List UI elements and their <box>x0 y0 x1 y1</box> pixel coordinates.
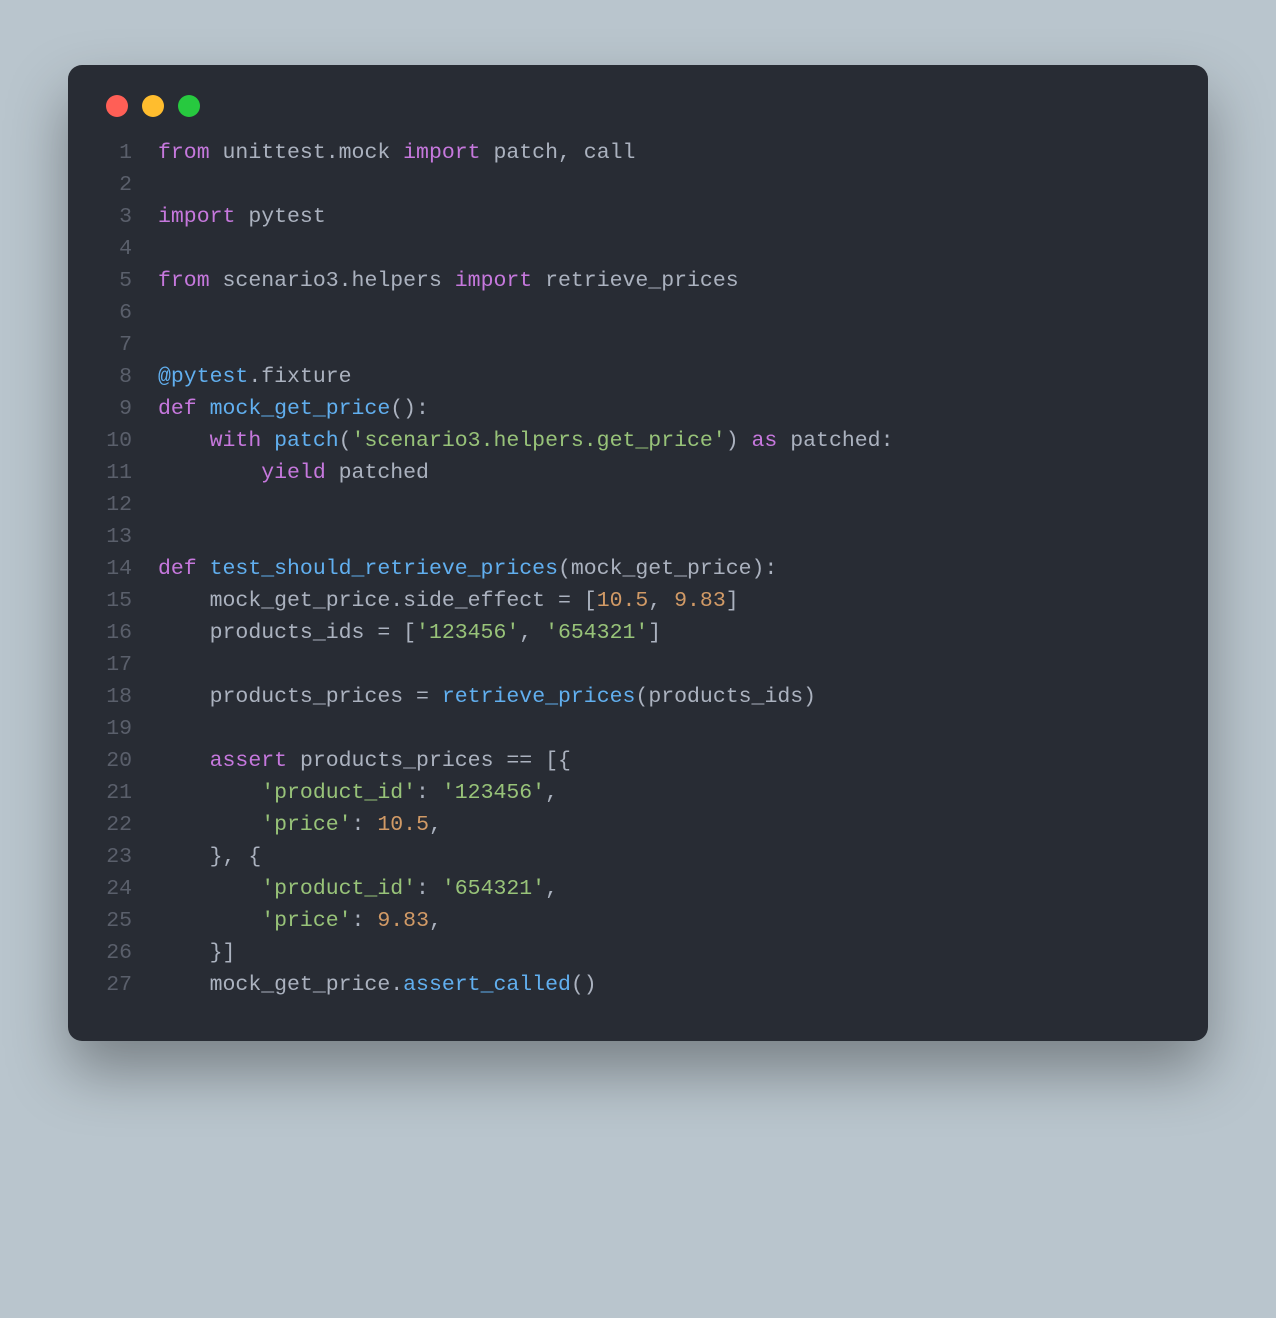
line-number: 15 <box>68 585 158 617</box>
code-content[interactable] <box>158 169 171 201</box>
code-content[interactable]: products_ids = ['123456', '654321'] <box>158 617 661 649</box>
code-content[interactable]: }, { <box>158 841 261 873</box>
line-number: 5 <box>68 265 158 297</box>
minimize-icon[interactable] <box>142 95 164 117</box>
code-line: 3import pytest <box>68 201 1168 233</box>
code-content[interactable] <box>158 329 171 361</box>
code-line: 6 <box>68 297 1168 329</box>
line-number: 13 <box>68 521 158 553</box>
code-content[interactable]: mock_get_price.assert_called() <box>158 969 597 1001</box>
line-number: 25 <box>68 905 158 937</box>
code-content[interactable]: def test_should_retrieve_prices(mock_get… <box>158 553 777 585</box>
code-line: 11 yield patched <box>68 457 1168 489</box>
line-number: 22 <box>68 809 158 841</box>
code-line: 19 <box>68 713 1168 745</box>
line-number: 6 <box>68 297 158 329</box>
code-line: 10 with patch('scenario3.helpers.get_pri… <box>68 425 1168 457</box>
code-line: 18 products_prices = retrieve_prices(pro… <box>68 681 1168 713</box>
line-number: 26 <box>68 937 158 969</box>
line-number: 8 <box>68 361 158 393</box>
code-line: 12 <box>68 489 1168 521</box>
code-content[interactable]: def mock_get_price(): <box>158 393 429 425</box>
code-line: 17 <box>68 649 1168 681</box>
code-line: 9def mock_get_price(): <box>68 393 1168 425</box>
code-content[interactable]: with patch('scenario3.helpers.get_price'… <box>158 425 893 457</box>
code-line: 26 }] <box>68 937 1168 969</box>
line-number: 7 <box>68 329 158 361</box>
code-line: 27 mock_get_price.assert_called() <box>68 969 1168 1001</box>
code-content[interactable]: assert products_prices == [{ <box>158 745 571 777</box>
line-number: 21 <box>68 777 158 809</box>
code-content[interactable]: 'product_id': '654321', <box>158 873 558 905</box>
code-content[interactable]: 'price': 9.83, <box>158 905 442 937</box>
code-content[interactable]: products_prices = retrieve_prices(produc… <box>158 681 816 713</box>
line-number: 11 <box>68 457 158 489</box>
code-line: 24 'product_id': '654321', <box>68 873 1168 905</box>
code-content[interactable]: @pytest.fixture <box>158 361 352 393</box>
code-content[interactable]: }] <box>158 937 235 969</box>
line-number: 12 <box>68 489 158 521</box>
line-number: 4 <box>68 233 158 265</box>
zoom-icon[interactable] <box>178 95 200 117</box>
line-number: 23 <box>68 841 158 873</box>
code-line: 15 mock_get_price.side_effect = [10.5, 9… <box>68 585 1168 617</box>
line-number: 9 <box>68 393 158 425</box>
line-number: 16 <box>68 617 158 649</box>
window-titlebar <box>68 65 1208 137</box>
code-line: 22 'price': 10.5, <box>68 809 1168 841</box>
code-content[interactable] <box>158 297 171 329</box>
line-number: 1 <box>68 137 158 169</box>
line-number: 3 <box>68 201 158 233</box>
line-number: 18 <box>68 681 158 713</box>
code-content[interactable]: from scenario3.helpers import retrieve_p… <box>158 265 739 297</box>
code-line: 2 <box>68 169 1168 201</box>
close-icon[interactable] <box>106 95 128 117</box>
code-line: 4 <box>68 233 1168 265</box>
line-number: 17 <box>68 649 158 681</box>
line-number: 14 <box>68 553 158 585</box>
code-content[interactable] <box>158 713 171 745</box>
code-content[interactable] <box>158 649 171 681</box>
line-number: 10 <box>68 425 158 457</box>
code-content[interactable]: import pytest <box>158 201 326 233</box>
code-line: 16 products_ids = ['123456', '654321'] <box>68 617 1168 649</box>
code-line: 13 <box>68 521 1168 553</box>
line-number: 2 <box>68 169 158 201</box>
line-number: 27 <box>68 969 158 1001</box>
code-area[interactable]: 1from unittest.mock import patch, call2 … <box>68 137 1208 1001</box>
code-line: 1from unittest.mock import patch, call <box>68 137 1168 169</box>
line-number: 19 <box>68 713 158 745</box>
code-content[interactable] <box>158 233 171 265</box>
code-content[interactable] <box>158 489 171 521</box>
code-line: 21 'product_id': '123456', <box>68 777 1168 809</box>
code-content[interactable]: mock_get_price.side_effect = [10.5, 9.83… <box>158 585 739 617</box>
code-line: 20 assert products_prices == [{ <box>68 745 1168 777</box>
code-line: 5from scenario3.helpers import retrieve_… <box>68 265 1168 297</box>
line-number: 24 <box>68 873 158 905</box>
code-line: 8@pytest.fixture <box>68 361 1168 393</box>
code-content[interactable]: 'price': 10.5, <box>158 809 442 841</box>
code-content[interactable]: from unittest.mock import patch, call <box>158 137 635 169</box>
code-content[interactable] <box>158 521 171 553</box>
code-line: 7 <box>68 329 1168 361</box>
code-content[interactable]: 'product_id': '123456', <box>158 777 558 809</box>
code-line: 14def test_should_retrieve_prices(mock_g… <box>68 553 1168 585</box>
code-content[interactable]: yield patched <box>158 457 429 489</box>
code-line: 25 'price': 9.83, <box>68 905 1168 937</box>
line-number: 20 <box>68 745 158 777</box>
code-line: 23 }, { <box>68 841 1168 873</box>
editor-window: 1from unittest.mock import patch, call2 … <box>68 65 1208 1041</box>
